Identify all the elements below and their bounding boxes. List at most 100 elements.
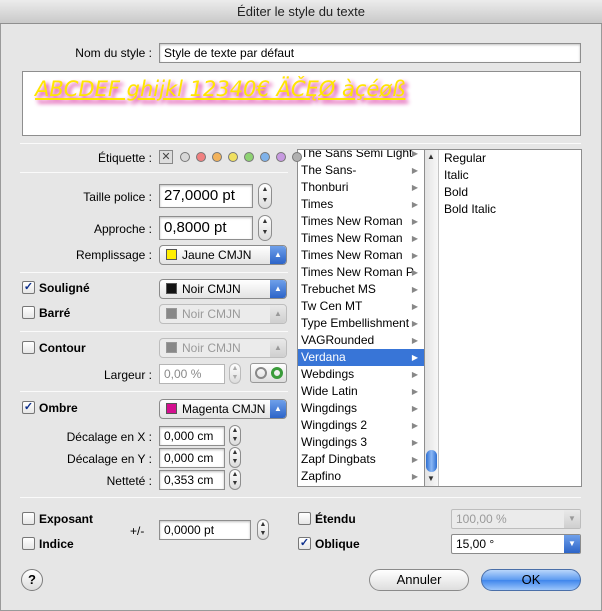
font-style-list[interactable]: ▲ ▼ Regular Italic Bold Bold Italic: [425, 149, 582, 487]
chevron-updown-icon: ▲: [270, 339, 286, 357]
outline-color-value: Noir CMJN: [182, 341, 241, 355]
shadow-offset-y-input[interactable]: 0,000 cm: [159, 448, 225, 468]
font-family-item[interactable]: Tw Cen MT ▶: [298, 298, 424, 315]
shadow-checkbox[interactable]: ✓: [22, 401, 35, 414]
superscript-checkbox[interactable]: [22, 512, 35, 525]
font-family-item[interactable]: Times New Roman ▶: [298, 247, 424, 264]
outline-width-stepper[interactable]: ▲ ▼: [229, 363, 241, 384]
tag-color-dot[interactable]: [244, 152, 254, 162]
shadow-offset-y-stepper[interactable]: ▲ ▼: [229, 447, 241, 468]
help-button[interactable]: ?: [21, 569, 43, 591]
scroll-up-arrow-icon[interactable]: ▲: [427, 152, 435, 161]
cancel-button[interactable]: Annuler: [369, 569, 469, 591]
shadow-sharpness-input[interactable]: 0,353 cm: [159, 470, 225, 490]
tag-color-dot[interactable]: [276, 152, 286, 162]
offset-stepper[interactable]: ▲ ▼: [257, 519, 269, 540]
font-family-name: Webdings: [301, 367, 355, 381]
font-family-name: Times New Roman: [301, 231, 403, 245]
outline-checkbox[interactable]: [22, 341, 35, 354]
font-family-item[interactable]: Wingdings ▶: [298, 400, 424, 417]
extended-checkbox[interactable]: [298, 512, 311, 525]
style-name-input[interactable]: Style de texte par défaut: [159, 43, 581, 63]
shadow-offset-x-input[interactable]: 0,000 cm: [159, 426, 225, 446]
chevron-updown-icon: ▲: [270, 400, 286, 418]
font-family-item[interactable]: Times New Roman ▶: [298, 213, 424, 230]
font-family-item[interactable]: Times ▶: [298, 196, 424, 213]
extended-combo[interactable]: 100,00 % ▼: [451, 509, 581, 529]
shadow-offset-x-stepper[interactable]: ▲ ▼: [229, 425, 241, 446]
scroll-down-arrow-icon[interactable]: ▼: [427, 474, 435, 483]
submenu-arrow-icon: ▶: [411, 319, 418, 328]
ok-button[interactable]: OK: [481, 569, 581, 591]
shadow-offset-x-label: Décalage en X :: [66, 430, 152, 444]
shadow-color-popup[interactable]: Magenta CMJN ▲: [159, 399, 287, 419]
fill-color-popup[interactable]: Jaune CMJN ▲: [159, 245, 287, 265]
submenu-arrow-icon: ▶: [411, 302, 418, 311]
font-size-stepper[interactable]: ▲ ▼: [258, 183, 272, 209]
font-family-item[interactable]: Zapf Dingbats ▶: [298, 451, 424, 468]
tag-color-dot[interactable]: [292, 152, 302, 162]
font-family-name: Wingdings 2: [301, 418, 368, 432]
tracking-input[interactable]: 0,8000 pt: [159, 216, 253, 240]
offset-input[interactable]: 0,0000 pt: [159, 520, 251, 540]
oblique-checkbox[interactable]: ✓: [298, 537, 311, 550]
tag-color-dot[interactable]: [196, 152, 206, 162]
outline-position-toggle[interactable]: [250, 363, 287, 383]
submenu-arrow-icon: ▶: [411, 149, 418, 158]
font-style-item[interactable]: Regular: [441, 150, 580, 167]
font-list-scrollbar[interactable]: ▲ ▼: [425, 150, 439, 486]
submenu-arrow-icon: ▶: [411, 404, 418, 413]
outline-width-input[interactable]: 0,00 %: [159, 364, 225, 384]
font-family-name: Wide Latin: [301, 384, 358, 398]
font-family-item[interactable]: Wingdings 2 ▶: [298, 417, 424, 434]
font-family-list[interactable]: The Sans Semi Light ▶ The Sans- ▶ Thonburi ▶ T…: [297, 149, 425, 487]
shadow-sharpness-stepper[interactable]: ▲ ▼: [229, 469, 241, 490]
tag-color-dot[interactable]: [212, 152, 222, 162]
subscript-label: Indice: [39, 537, 74, 551]
strike-label: Barré: [39, 306, 71, 320]
oblique-combo[interactable]: 15,00 ° ▼: [451, 534, 581, 554]
underline-color-popup[interactable]: Noir CMJN ▲: [159, 279, 287, 299]
tag-color-dot[interactable]: [228, 152, 238, 162]
font-family-name: Wingdings 3: [301, 435, 368, 449]
font-family-item[interactable]: Thonburi ▶: [298, 179, 424, 196]
underline-checkbox[interactable]: ✓: [22, 281, 35, 294]
chevron-down-icon: ▼: [564, 510, 580, 528]
outline-swatch: [166, 342, 177, 353]
font-family-item[interactable]: The Sans- ▶: [298, 162, 424, 179]
font-size-input[interactable]: 27,0000 pt: [159, 184, 253, 208]
tag-none-icon[interactable]: ✕: [159, 150, 173, 164]
font-family-item[interactable]: Wingdings 3 ▶: [298, 434, 424, 451]
font-family-item[interactable]: Webdings ▶: [298, 366, 424, 383]
strike-swatch: [166, 308, 177, 319]
outline-color-popup[interactable]: Noir CMJN ▲: [159, 338, 287, 358]
font-family-item[interactable]: The Sans Semi Light ▶: [298, 149, 424, 162]
font-family-name: Trebuchet MS: [301, 282, 376, 296]
font-style-item[interactable]: Italic: [441, 167, 580, 184]
offset-label: +/-: [130, 524, 145, 538]
fill-color-value: Jaune CMJN: [182, 248, 252, 262]
font-family-item[interactable]: Times New Roman P ▶: [298, 264, 424, 281]
submenu-arrow-icon: ▶: [411, 200, 418, 209]
submenu-arrow-icon: ▶: [411, 217, 418, 226]
font-family-item[interactable]: VAGRounded ▶: [298, 332, 424, 349]
strike-color-popup[interactable]: Noir CMJN ▲: [159, 304, 287, 324]
font-family-item[interactable]: Trebuchet MS ▶: [298, 281, 424, 298]
tag-color-dot[interactable]: [260, 152, 270, 162]
separator: [20, 391, 288, 392]
font-family-item[interactable]: Times New Roman ▶: [298, 230, 424, 247]
strike-checkbox[interactable]: [22, 306, 35, 319]
tracking-stepper[interactable]: ▲ ▼: [258, 215, 272, 241]
subscript-checkbox[interactable]: [22, 537, 35, 550]
tag-color-dot[interactable]: [180, 152, 190, 162]
preview-text: ABCDEF ghijkl 12340€ ÄČĘØ àçéøß: [35, 77, 406, 101]
font-family-item[interactable]: Wide Latin ▶: [298, 383, 424, 400]
font-family-item[interactable]: Verdana ▶: [298, 349, 424, 366]
font-style-item[interactable]: Bold Italic: [441, 201, 580, 218]
scroll-thumb[interactable]: [426, 450, 437, 472]
font-family-item[interactable]: Zapfino ▶: [298, 468, 424, 485]
font-style-item[interactable]: Bold: [441, 184, 580, 201]
font-family-item[interactable]: Type Embellishment ▶: [298, 315, 424, 332]
outline-width-label: Largeur :: [103, 368, 152, 382]
font-family-name: Type Embellishment: [301, 316, 410, 330]
